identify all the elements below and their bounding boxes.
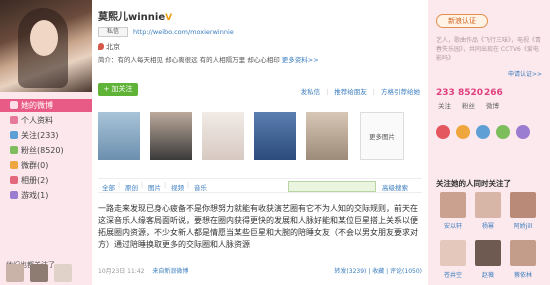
nav-fans[interactable]: 粉丝(8520) xyxy=(0,144,92,157)
profile-name: 莫熙儿winnieV xyxy=(98,12,173,23)
tab-videos[interactable]: 视频 xyxy=(171,182,184,192)
send-message-link[interactable]: 发私信 xyxy=(301,88,321,96)
divider: | xyxy=(326,88,329,96)
divider: | xyxy=(372,88,375,96)
right-sidebar: 新浪认证 艺人，歌曲作品《飞行三味》，电视《青春失乐园》，共同出现在 CCTV6… xyxy=(428,0,550,285)
verification-badge[interactable]: 新浪认证 xyxy=(436,14,488,28)
recommended-avatar[interactable] xyxy=(510,192,536,218)
profile-url[interactable]: http://weibo.com/moxierwinnie xyxy=(133,28,234,36)
divider: | xyxy=(141,182,144,189)
microphone-icon[interactable] xyxy=(436,125,450,139)
recommended-avatar[interactable] xyxy=(440,192,466,218)
recommended-name[interactable]: 赵薇 xyxy=(471,270,505,279)
medal-icon[interactable] xyxy=(476,125,490,139)
profile-intro: 简介：有的人每天相见 却心离很远 有的人相隔万里 却心心相印 更多资料>> xyxy=(98,56,319,64)
follower-avatar[interactable] xyxy=(6,264,24,282)
fans-count[interactable]: 8520 xyxy=(458,88,483,98)
post-stats[interactable]: 转发(3239) | 收藏 | 评论(1050) xyxy=(334,266,422,275)
main-content: 莫熙儿winnieV 私信 http://weibo.com/moxierwin… xyxy=(92,0,428,285)
divider: | xyxy=(187,182,190,189)
nav-her-weibo[interactable]: 她的微博 xyxy=(0,99,92,112)
following-count[interactable]: 233 xyxy=(436,88,455,98)
weibo-count[interactable]: 266 xyxy=(484,88,503,98)
photo-thumbnail[interactable] xyxy=(150,112,192,160)
album-icon xyxy=(10,176,18,184)
nav-profile[interactable]: 个人资料 xyxy=(0,114,92,127)
follower-avatar[interactable] xyxy=(54,264,72,282)
verified-icon: V xyxy=(165,13,173,23)
nav-album[interactable]: 相册(2) xyxy=(0,174,92,187)
left-sidebar: 她的微博 个人资料 关注(233) 粉丝(8520) 微群(0) 相册(2) 游… xyxy=(0,0,92,285)
nav-games[interactable]: 游戏(1) xyxy=(0,189,92,202)
recommended-name[interactable]: 蔡依林 xyxy=(506,270,540,279)
feed-tabs: 全部 | 原创 | 图片 | 视频 | 音乐 高级搜索 xyxy=(98,178,422,193)
feed-search-input[interactable] xyxy=(288,181,376,192)
more-info-link[interactable]: 更多资料>> xyxy=(282,56,319,64)
message-button[interactable]: 私信 xyxy=(98,27,128,37)
follower-avatar[interactable] xyxy=(30,264,48,282)
recommended-avatar[interactable] xyxy=(475,240,501,266)
divider: | xyxy=(118,182,121,189)
location: 北京 xyxy=(98,42,120,52)
introduce-link[interactable]: 方格引荐给她 xyxy=(381,88,420,96)
follow-button[interactable]: + 加关注 xyxy=(98,83,138,96)
star-icon[interactable] xyxy=(496,125,510,139)
photo-thumbnail[interactable] xyxy=(202,112,244,160)
post-time[interactable]: 10月23日 11:42 xyxy=(98,268,144,275)
recommended-name[interactable]: 苍井空 xyxy=(436,270,470,279)
recommended-avatar[interactable] xyxy=(475,192,501,218)
verification-description: 艺人，歌曲作品《飞行三味》，电视《青春失乐园》，共同出现在 CCTV6《爱电影吗… xyxy=(436,37,542,62)
tab-original[interactable]: 原创 xyxy=(125,182,138,192)
house-icon xyxy=(10,101,18,109)
fans-label: 粉丝 xyxy=(462,102,475,110)
photo-thumbnail[interactable] xyxy=(306,112,348,160)
recommend-link[interactable]: 推荐给朋友 xyxy=(334,88,367,96)
recommended-name[interactable]: 杨幂 xyxy=(471,221,505,230)
apply-verification-link[interactable]: 申请认证>> xyxy=(508,69,542,78)
trophy-icon[interactable] xyxy=(456,125,470,139)
nav-groups[interactable]: 微群(0) xyxy=(0,159,92,172)
avatar-face xyxy=(30,20,58,56)
following-icon xyxy=(10,131,18,139)
photo-thumbnail[interactable] xyxy=(98,112,140,160)
photo-thumbnail[interactable] xyxy=(254,112,296,160)
location-pin-icon xyxy=(98,43,104,50)
recommended-name[interactable]: 安以轩 xyxy=(436,221,470,230)
post-source[interactable]: 来自新浪微博 xyxy=(152,268,188,275)
fans-icon xyxy=(10,146,18,154)
tab-pictures[interactable]: 图片 xyxy=(148,182,161,192)
tab-music[interactable]: 音乐 xyxy=(194,182,207,192)
nav-following[interactable]: 关注(233) xyxy=(0,129,92,142)
following-label: 关注 xyxy=(438,102,451,110)
person-icon xyxy=(10,116,18,124)
divider: | xyxy=(164,182,167,189)
tab-all[interactable]: 全部 xyxy=(102,182,115,192)
ribbon-icon[interactable] xyxy=(516,125,530,139)
post-meta: 10月23日 11:42 来自新浪微博 转发(3239) | 收藏 | 评论(1… xyxy=(98,266,422,275)
profile-actions: 发私信 | 推荐给朋友 | 方格引荐给她 xyxy=(295,86,420,96)
profile-avatar[interactable] xyxy=(0,0,92,92)
also-follow-section-title: 关注她的人同时关注了 xyxy=(436,179,511,188)
more-photos-button[interactable]: 更多图片 xyxy=(360,112,404,160)
weibo-label: 微博 xyxy=(486,102,499,110)
recommended-avatar[interactable] xyxy=(510,240,536,266)
post-text: 一路走来发现已身心疲备不是你想努力就能有收获演艺圈有它不为人知的交际规则，前天在… xyxy=(98,204,418,249)
game-icon xyxy=(10,191,18,199)
recommended-name[interactable]: 阿娇jill xyxy=(506,221,540,230)
group-icon xyxy=(10,161,18,169)
recommended-avatar[interactable] xyxy=(440,240,466,266)
advanced-search-link[interactable]: 高级搜索 xyxy=(382,182,408,192)
